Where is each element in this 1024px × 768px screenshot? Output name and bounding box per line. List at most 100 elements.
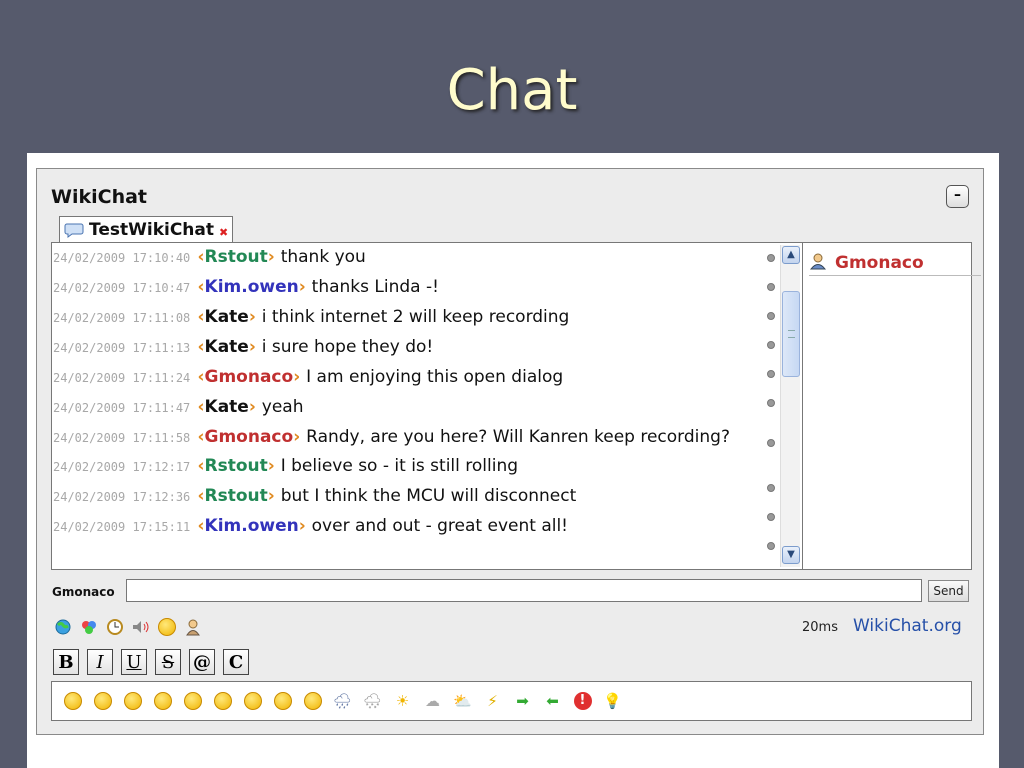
message-marker-icon <box>767 399 775 407</box>
message-timestamp: 24/02/2009 17:11:58 <box>53 431 198 445</box>
message-nick[interactable]: Kate <box>205 397 249 417</box>
tab-label: TestWikiChat <box>89 219 215 240</box>
nick-open-bracket: ‹ <box>197 516 205 536</box>
minimize-button[interactable]: – <box>946 185 969 208</box>
message-nick[interactable]: Rstout <box>205 456 268 476</box>
nick-close-bracket: › <box>293 427 307 447</box>
warning-icon[interactable]: ! <box>571 690 594 713</box>
message-timestamp: 24/02/2009 17:10:40 <box>53 251 198 265</box>
snow-icon[interactable]: 🌨 <box>361 690 384 713</box>
scroll-up-icon[interactable]: ▲ <box>782 246 800 264</box>
cloud-icon[interactable]: ☁ <box>421 690 444 713</box>
message-nick[interactable]: Kim.owen <box>205 277 299 297</box>
message-timestamp: 24/02/2009 17:11:24 <box>53 371 198 385</box>
latency-text: 20ms <box>802 620 838 635</box>
user-item[interactable]: Gmonaco <box>809 250 981 276</box>
user-icon <box>809 252 827 274</box>
message-nick[interactable]: Kim.owen <box>205 516 299 536</box>
message-nick[interactable]: Kate <box>205 307 249 327</box>
message-marker-icon <box>767 513 775 521</box>
message-marker-icon <box>767 254 775 262</box>
message-timestamp: 24/02/2009 17:15:11 <box>53 520 198 534</box>
chat-message: 24/02/2009 17:12:36 ‹Rstout› but I think… <box>52 482 762 512</box>
rain-icon[interactable]: 🌧 <box>331 690 354 713</box>
toolbar-icons <box>53 617 203 637</box>
laugh-icon[interactable] <box>121 690 144 713</box>
cool-icon[interactable] <box>241 690 264 713</box>
message-timestamp: 24/02/2009 17:12:36 <box>53 490 198 504</box>
message-marker-icon <box>767 312 775 320</box>
message-marker-icon <box>767 283 775 291</box>
message-marker-icon <box>767 341 775 349</box>
message-input[interactable] <box>126 579 922 602</box>
italic-button[interactable]: I <box>87 649 113 675</box>
chat-message: 24/02/2009 17:15:11 ‹Kim.owen› over and … <box>52 512 762 542</box>
scrollbar[interactable]: ▲ ▼ <box>780 245 800 567</box>
slide-title: Chat <box>446 58 578 123</box>
globe-icon[interactable] <box>53 617 73 637</box>
message-timestamp: 24/02/2009 17:10:47 <box>53 281 198 295</box>
underline-button[interactable]: U <box>121 649 147 675</box>
strikethrough-button[interactable]: S <box>155 649 181 675</box>
clock-icon[interactable] <box>105 617 125 637</box>
partly-sunny-icon[interactable]: ⛅ <box>451 690 474 713</box>
wink-icon[interactable] <box>271 690 294 713</box>
message-text: I believe so - it is still rolling <box>280 456 519 476</box>
message-text: I am enjoying this open dialog <box>306 367 564 387</box>
message-nick[interactable]: Gmonaco <box>205 367 294 387</box>
happy-icon[interactable] <box>151 690 174 713</box>
arrow-right-icon[interactable]: ➡ <box>511 690 534 713</box>
grin-icon[interactable] <box>91 690 114 713</box>
bold-button[interactable]: B <box>53 649 79 675</box>
send-button[interactable]: Send <box>928 580 969 602</box>
message-text: thank you <box>280 247 366 267</box>
nick-open-bracket: ‹ <box>197 277 205 297</box>
scroll-down-icon[interactable]: ▼ <box>782 546 800 564</box>
nick-open-bracket: ‹ <box>197 337 205 357</box>
nick-close-bracket: › <box>248 397 262 417</box>
message-nick[interactable]: Kate <box>205 337 249 357</box>
color-button[interactable]: C <box>223 649 249 675</box>
emoticon-bar: 🌧 🌨 ☀ ☁ ⛅ ⚡ ➡ ⬅! 💡 <box>51 681 972 721</box>
lightning-icon[interactable]: ⚡ <box>481 690 504 713</box>
wikichat-link[interactable]: WikiChat.org <box>853 616 962 636</box>
user-list: Gmonaco <box>802 243 981 569</box>
user-icon[interactable] <box>183 617 203 637</box>
message-timestamp: 24/02/2009 17:12:17 <box>53 460 198 474</box>
palette-icon[interactable] <box>79 617 99 637</box>
sun-icon[interactable]: ☀ <box>391 690 414 713</box>
tab-testwikichat[interactable]: TestWikiChat ✖ <box>59 216 234 242</box>
chat-area: 24/02/2009 17:10:40 ‹Rstout› thank you 24… <box>51 242 981 570</box>
message-text: i think internet 2 will keep recording <box>261 307 570 327</box>
smile-icon[interactable] <box>61 690 84 713</box>
format-toolbar: B I U S @ C <box>53 649 249 675</box>
message-text: yeah <box>261 397 304 417</box>
nick-close-bracket: › <box>248 337 262 357</box>
close-tab-icon[interactable]: ✖ <box>219 226 228 239</box>
chat-message: 24/02/2009 17:10:40 ‹Rstout› thank you <box>52 243 762 273</box>
neutral-icon[interactable] <box>211 690 234 713</box>
message-text: over and out - great event all! <box>311 516 568 536</box>
chat-message: 24/02/2009 17:11:47 ‹Kate› yeah <box>52 393 762 423</box>
idea-icon[interactable]: 💡 <box>601 690 624 713</box>
grip-icon <box>788 330 795 338</box>
input-nick-label: Gmonaco <box>52 585 115 599</box>
arrow-left-icon[interactable]: ⬅ <box>541 690 564 713</box>
chat-message: 24/02/2009 17:11:13 ‹Kate› i sure hope t… <box>52 333 762 363</box>
sound-icon[interactable] <box>131 617 151 637</box>
mention-button[interactable]: @ <box>189 649 215 675</box>
message-nick[interactable]: Rstout <box>205 486 268 506</box>
message-nick[interactable]: Rstout <box>205 247 268 267</box>
smiley-icon[interactable] <box>157 617 177 637</box>
chat-message: 24/02/2009 17:11:08 ‹Kate› i think inter… <box>52 303 762 333</box>
scroll-thumb[interactable] <box>782 291 800 377</box>
message-nick[interactable]: Gmonaco <box>205 427 294 447</box>
nick-close-bracket: › <box>267 247 281 267</box>
message-marker-icon <box>767 439 775 447</box>
sad-icon[interactable] <box>181 690 204 713</box>
message-marker-icon <box>767 484 775 492</box>
tongue-icon[interactable] <box>301 690 324 713</box>
nick-open-bracket: ‹ <box>197 427 205 447</box>
message-markers <box>763 243 781 569</box>
message-text: but I think the MCU will disconnect <box>280 486 577 506</box>
